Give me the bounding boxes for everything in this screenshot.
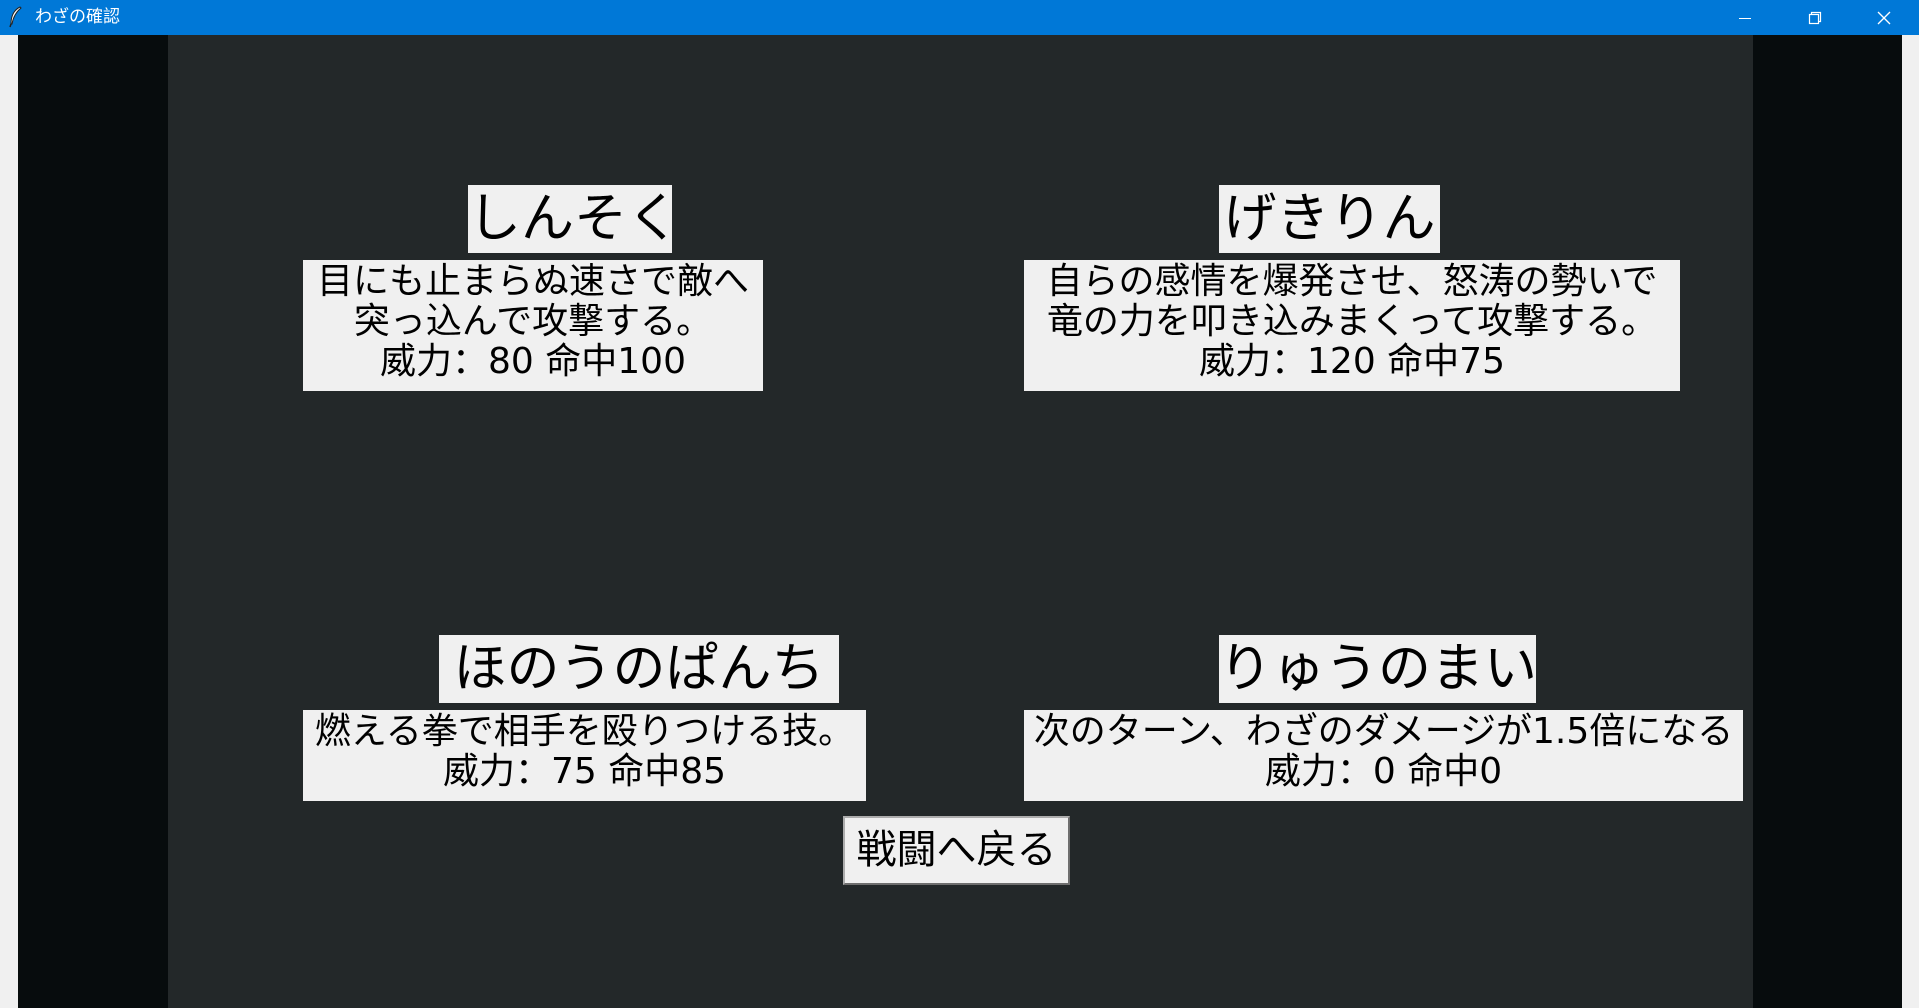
move-description-1: 目にも止まらぬ速さで敵へ 突っ込んで攻撃する。 威力：80 命中100 [303,260,763,391]
feather-icon [9,6,22,28]
move-description-1-line-2: 突っ込んで攻撃する。 [353,301,713,342]
move-description-2-line-1: 自らの感情を爆発させ、怒涛の勢いで [1046,261,1658,302]
move-description-3-line-1: 燃える拳で相手を殴りつける技。 [314,711,855,752]
move-name-3: ほのうのぱんち [439,635,839,703]
move-name-1: しんそく [468,185,680,253]
move-stats-1: 威力：80 命中100 [380,341,686,382]
move-name-2: げきりん [1219,185,1440,253]
window-title: わざの確認 [35,7,120,27]
move-stats-2: 威力：120 命中75 [1199,341,1505,382]
close-icon [1877,11,1891,24]
move-description-4-line-1: 次のターン、わざのダメージが1.5倍になる [1033,711,1734,752]
app-window: わざの確認 しんそく 目にも止まらぬ速さで敵へ 突っ込んで攻撃する。 威力：80… [0,0,1919,1008]
back-to-battle-button[interactable]: 戦闘へ戻る [843,816,1070,885]
restore-icon [1808,11,1822,24]
move-stats-4: 威力：0 命中0 [1264,751,1503,792]
close-button[interactable] [1849,0,1919,35]
move-name-4: りゅうのまい [1219,635,1537,703]
move-description-1-line-1: 目にも止まらぬ速さで敵へ [316,261,749,302]
move-description-2-line-2: 竜の力を叩き込みまくって攻撃する。 [1046,301,1658,342]
move-stats-3: 威力：75 命中85 [442,751,727,792]
restore-button[interactable] [1780,0,1850,35]
move-description-3: 燃える拳で相手を殴りつける技。 威力：75 命中85 [303,710,866,801]
minimize-button[interactable] [1710,0,1780,35]
title-bar[interactable]: わざの確認 [0,0,1919,35]
minimize-icon [1739,17,1751,19]
move-description-4: 次のターン、わざのダメージが1.5倍になる 威力：0 命中0 [1024,710,1743,801]
move-description-2: 自らの感情を爆発させ、怒涛の勢いで 竜の力を叩き込みまくって攻撃する。 威力：1… [1024,260,1680,391]
